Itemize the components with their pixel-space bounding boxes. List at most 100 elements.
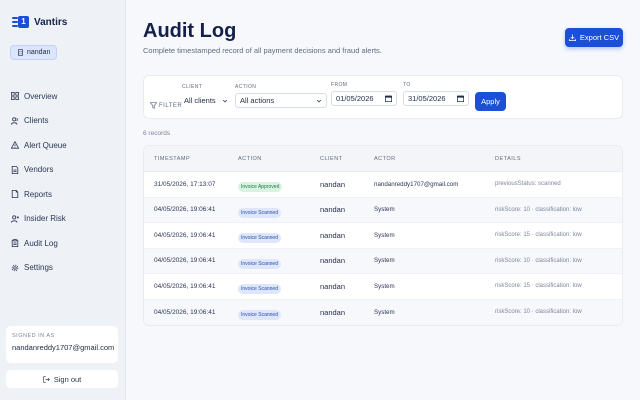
cell-actor: System [374, 282, 395, 290]
audit-log-table: TIMESTAMP ACTION CLIENT ACTOR DETAILS 31… [143, 145, 623, 326]
sidebar-item-label: Audit Log [24, 238, 58, 248]
filter-label-text: FILTER [159, 102, 183, 109]
cell-actor: System [374, 308, 395, 316]
status-badge: Invoice Scanned [238, 233, 281, 244]
cell-details: riskScore: 10 · classification: low [495, 257, 582, 264]
sidebar-item-settings[interactable]: Settings [10, 256, 118, 281]
sidebar-item-label: Vendors [24, 165, 54, 175]
cell-client: nandan [320, 205, 346, 215]
column-header-timestamp[interactable]: TIMESTAMP [144, 156, 238, 162]
brand-name: Vantirs [34, 16, 68, 28]
from-date-input[interactable]: 01/05/2026 [331, 91, 397, 106]
from-date-value: 01/05/2026 [336, 94, 374, 103]
cell-details: previousStatus: scanned [495, 181, 561, 188]
table-row[interactable]: 04/05/2026, 19:06:41 Invoice Scanned nan… [144, 197, 622, 223]
cell-timestamp: 04/05/2026, 19:06:41 [154, 231, 216, 239]
cell-client: nandan [320, 256, 346, 266]
sidebar-item-insider-risk[interactable]: Insider Risk [10, 207, 118, 232]
cell-actor: System [374, 231, 395, 239]
table-row[interactable]: 04/05/2026, 19:06:41 Invoice Scanned nan… [144, 248, 622, 274]
client-filter-label: CLIENT [182, 84, 203, 90]
user-chip[interactable]: nandan [10, 45, 58, 60]
logo-glyph: 1 [18, 16, 29, 28]
cell-timestamp: 04/05/2026, 19:06:41 [154, 206, 216, 214]
sidebar-item-label: Insider Risk [24, 214, 66, 224]
chevron-down-icon [222, 99, 228, 102]
signed-in-email: nandanreddy1707@gmail.com [12, 343, 115, 352]
cell-action: Invoice Scanned [238, 303, 320, 321]
file-icon [11, 190, 19, 199]
cell-actor: nandanreddy1707@gmail.com [374, 180, 459, 188]
sidebar-item-audit-log[interactable]: Audit Log [10, 231, 118, 256]
table-row[interactable]: 31/05/2026, 17:13:07 Invoice Approved na… [144, 172, 622, 198]
sidebar-item-alert-queue[interactable]: Alert Queue [10, 133, 118, 158]
signed-in-panel: SIGNED IN AS nandanreddy1707@gmail.com [6, 326, 118, 363]
cell-action: Invoice Scanned [238, 226, 320, 244]
calendar-icon [385, 95, 392, 102]
sidebar-item-reports[interactable]: Reports [10, 182, 118, 207]
cell-client: nandan [320, 307, 346, 317]
export-csv-button[interactable]: Export CSV [565, 28, 623, 47]
filter-label: FILTER [150, 102, 182, 109]
cell-actor: System [374, 206, 395, 214]
cell-timestamp: 04/05/2026, 19:06:41 [154, 257, 216, 265]
column-header-actor[interactable]: ACTOR [374, 156, 495, 162]
user-risk-icon [11, 215, 19, 223]
cell-details: riskScore: 15 · classification: low [495, 283, 582, 290]
action-filter: ACTION All actions [235, 84, 327, 108]
to-date-input[interactable]: 31/05/2026 [403, 91, 469, 106]
grid-icon [11, 92, 19, 101]
filter-bar: FILTER CLIENT All clients ACTION All act… [143, 75, 623, 119]
cell-client: nandan [320, 230, 346, 240]
sidebar-item-overview[interactable]: Overview [10, 84, 118, 109]
building-icon [18, 49, 23, 56]
users-icon [11, 117, 18, 125]
clipboard-icon [11, 239, 19, 248]
brand[interactable]: 1 Vantirs [12, 14, 67, 30]
table-row[interactable]: 04/05/2026, 19:06:41 Invoice Scanned nan… [144, 299, 622, 325]
table-row[interactable]: 04/05/2026, 19:06:41 Invoice Scanned nan… [144, 223, 622, 249]
sidebar-item-clients[interactable]: Clients [10, 109, 118, 134]
cell-action: Invoice Approved [238, 175, 320, 193]
cell-details: riskScore: 10 · classification: low [495, 309, 582, 316]
column-header-client[interactable]: CLIENT [320, 156, 374, 162]
action-select[interactable]: All actions [235, 93, 327, 108]
client-select[interactable]: All clients [182, 93, 232, 108]
vantirs-logo-icon: 1 [12, 14, 30, 30]
document-icon [11, 165, 19, 174]
sign-out-button[interactable]: Sign out [6, 370, 118, 388]
sidebar-item-vendors[interactable]: Vendors [10, 158, 118, 183]
column-header-details[interactable]: DETAILS [495, 156, 622, 162]
sidebar-item-label: Overview [24, 91, 58, 101]
sidebar-item-label: Clients [24, 116, 49, 126]
cell-details: riskScore: 15 · classification: low [495, 232, 582, 239]
download-icon [568, 34, 576, 41]
table-row[interactable]: 04/05/2026, 19:06:41 Invoice Scanned nan… [144, 274, 622, 300]
cell-timestamp: 31/05/2026, 17:13:07 [154, 180, 216, 188]
status-badge: Invoice Scanned [238, 207, 281, 218]
alert-triangle-icon [11, 141, 19, 149]
cell-action: Invoice Scanned [238, 252, 320, 270]
cell-timestamp: 04/05/2026, 19:06:41 [154, 308, 216, 316]
main-content: Audit Log Complete timestamped record of… [126, 0, 640, 400]
page-subtitle: Complete timestamped record of all payme… [143, 46, 382, 55]
sign-out-label: Sign out [53, 374, 82, 384]
logout-icon [43, 375, 50, 383]
status-badge: Invoice Scanned [238, 258, 281, 269]
apply-button[interactable]: Apply [475, 92, 506, 111]
to-date-label: TO [403, 82, 411, 88]
column-header-action[interactable]: ACTION [238, 156, 320, 162]
signed-in-label: SIGNED IN AS [12, 333, 55, 339]
gear-icon [11, 264, 19, 272]
cell-client: nandan [320, 281, 346, 291]
export-csv-label: Export CSV [579, 33, 620, 42]
to-date-value: 31/05/2026 [408, 94, 446, 103]
chevron-down-icon [316, 99, 322, 102]
table-header: TIMESTAMP ACTION CLIENT ACTOR DETAILS [144, 146, 622, 172]
sidebar-item-label: Settings [24, 263, 53, 273]
from-date-label: FROM [331, 82, 348, 88]
cell-actor: System [374, 257, 395, 265]
cell-action: Invoice Scanned [238, 277, 320, 295]
client-filter: CLIENT All clients [182, 84, 232, 108]
sidebar-item-label: Reports [24, 189, 53, 199]
